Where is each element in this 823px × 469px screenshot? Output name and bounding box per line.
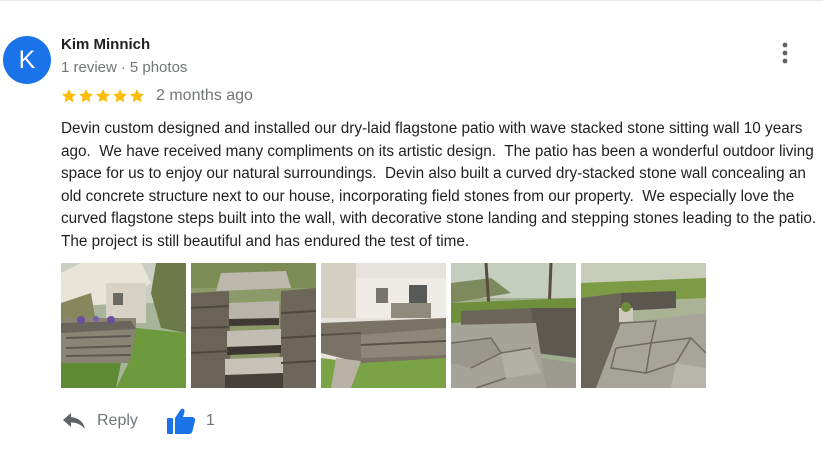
review-actions: Reply 1 xyxy=(61,404,215,438)
like-button[interactable]: 1 xyxy=(166,407,215,435)
reviewer-name[interactable]: Kim Minnich xyxy=(61,36,150,53)
reply-arrow-icon xyxy=(63,413,85,429)
review-date: 2 months ago xyxy=(156,87,253,104)
avatar[interactable]: K xyxy=(3,36,51,84)
star-icon xyxy=(113,89,127,103)
reply-button[interactable]: Reply xyxy=(61,411,138,431)
review-photo-4[interactable] xyxy=(451,263,576,388)
reply-label: Reply xyxy=(97,412,138,429)
star-icon xyxy=(79,89,93,103)
star-icon xyxy=(62,89,76,103)
star-icon xyxy=(96,89,110,103)
star-rating xyxy=(61,88,145,104)
star-icon xyxy=(130,89,144,103)
review-photo-1[interactable] xyxy=(61,263,186,388)
review-photo-5[interactable] xyxy=(581,263,706,388)
review-text: Devin custom designed and installed our … xyxy=(61,120,817,250)
meta-separator: · xyxy=(120,59,126,76)
photo-count: 5 photos xyxy=(129,59,188,76)
reviewer-meta: 1 review · 5 photos xyxy=(61,59,187,76)
review-count: 1 review xyxy=(61,59,117,76)
divider xyxy=(0,0,823,1)
review-photo-3[interactable] xyxy=(321,263,446,388)
photo-strip xyxy=(61,263,706,388)
thumb-up-icon xyxy=(166,408,196,434)
rating-row: 2 months ago xyxy=(61,86,253,106)
more-options-button[interactable] xyxy=(776,40,794,68)
like-count: 1 xyxy=(205,412,215,429)
more-vert-icon xyxy=(782,42,788,64)
review-photo-2[interactable] xyxy=(191,263,316,388)
